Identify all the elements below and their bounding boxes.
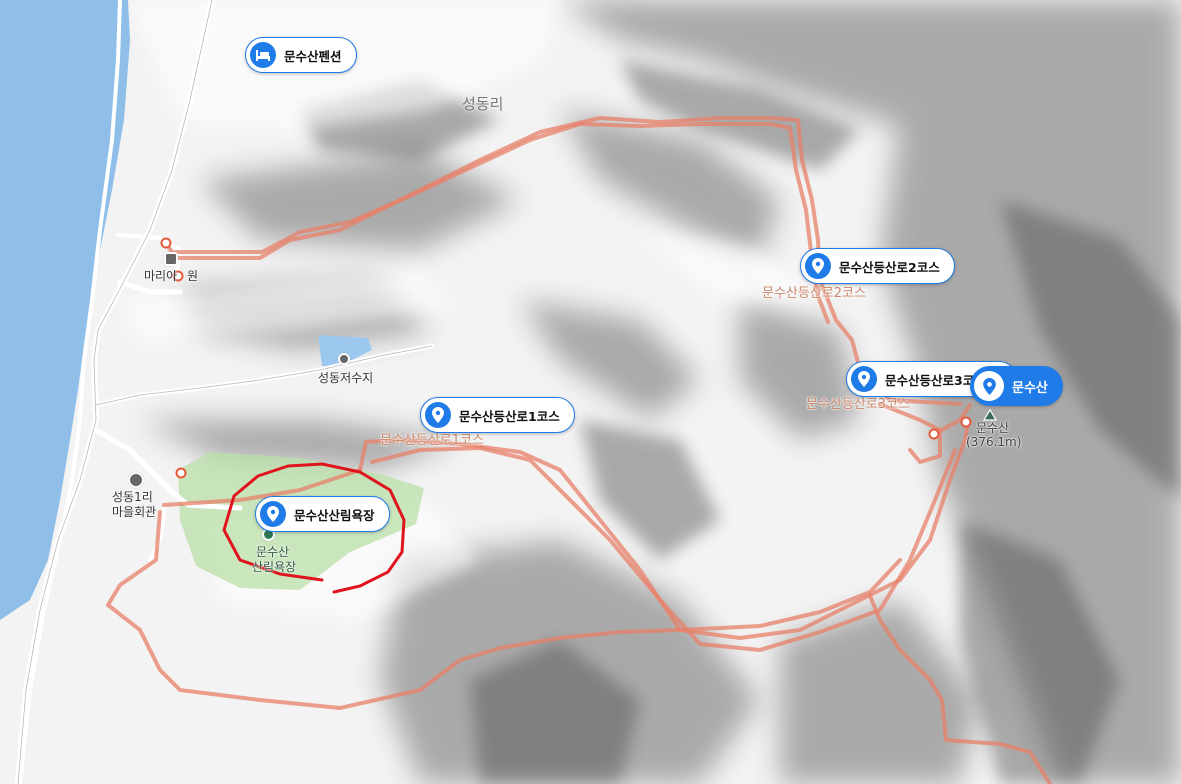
village-hall-icon [128,472,144,488]
marker-label: 문수산등산로1코스 [459,408,560,424]
marker-label: 문수산산림욕장 [294,507,375,523]
marker-label: 문수산등산로2코스 [839,259,940,275]
marker-trail-course2[interactable]: 문수산등산로2코스 [800,248,955,284]
inn-icon [164,252,178,266]
marker-label: 문수산 [1012,380,1048,396]
location-pin-icon [805,253,831,279]
marker-peak-selected[interactable]: 문수산 [970,366,1063,406]
map-canvas[interactable]: 성동리 성동저수지 성동1리 마을회관 마리아 원 문수산 산림욕장 문수산등산… [0,0,1181,784]
marker-label: 문수산펜션 [284,48,342,64]
location-pin-icon [260,501,286,527]
reservoir-icon [338,353,350,365]
location-pin-icon [425,402,451,428]
location-pin-icon [974,371,1004,401]
marker-pension[interactable]: 문수산펜션 [245,37,357,73]
marker-forest-bath[interactable]: 문수산산림욕장 [255,496,390,532]
location-pin-icon [851,366,877,392]
bed-icon [250,42,276,68]
marker-trail-course1[interactable]: 문수산등산로1코스 [420,397,575,433]
